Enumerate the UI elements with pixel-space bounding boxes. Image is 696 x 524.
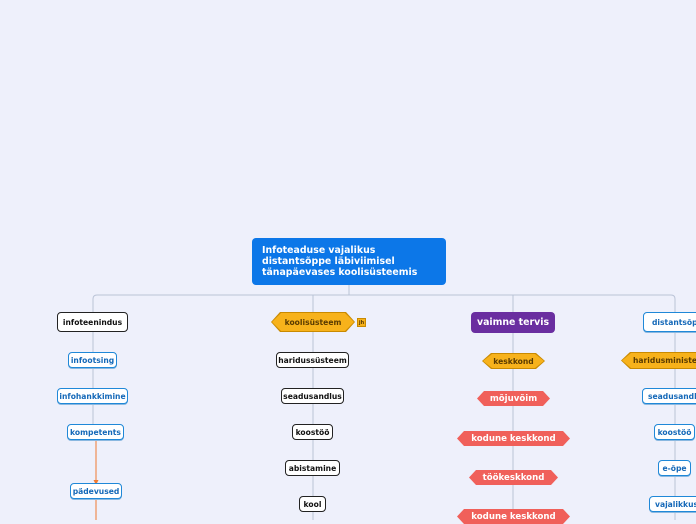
subtopic-label: mõjuvõim: [489, 393, 538, 404]
subtopic-label: e-õpe: [662, 463, 687, 473]
subtopic-seadusandlus-2[interactable]: seadusandlus: [642, 388, 696, 404]
subtopic-label: kodune keskkond: [471, 433, 556, 444]
subtopic-kodune-keskkond-2[interactable]: kodune keskkond: [457, 509, 570, 524]
subtopic-label: koostöö: [657, 427, 692, 437]
subtopic-label: seadusandlus: [648, 391, 696, 401]
subtopic-label: infohankkimine: [59, 391, 126, 401]
subtopic-label: vajalikkus: [655, 499, 696, 509]
subtopic-infohankkimine[interactable]: infohankkimine: [57, 388, 128, 404]
topic-distantsope[interactable]: distantsõpe: [643, 312, 696, 332]
topic-label: koolisüsteem: [284, 317, 342, 327]
subtopic-mojuvoim[interactable]: mõjuvõim: [477, 391, 550, 406]
topic-label: infoteenindus: [62, 317, 123, 327]
subtopic-label: seadusandlus: [283, 391, 342, 401]
subtopic-e-ope[interactable]: e-õpe: [658, 460, 691, 476]
subtopic-label: töökeskkond: [482, 472, 545, 483]
subtopic-haridussusteem[interactable]: haridussüsteem: [276, 352, 349, 368]
subtopic-tookeskkond[interactable]: töökeskkond: [469, 470, 558, 485]
topic-label: distantsõpe: [652, 317, 696, 327]
label-tag[interactable]: jh: [357, 318, 366, 327]
subtopic-label: koostöö: [295, 427, 330, 437]
subtopic-label: keskkond: [493, 356, 534, 366]
subtopic-label: haridussüsteem: [278, 355, 347, 365]
topic-koolisusteem[interactable]: koolisüsteem: [272, 313, 354, 331]
root-topic[interactable]: Infoteaduse vajalikus distantsõppe läbiv…: [252, 238, 446, 285]
subtopic-kompetents[interactable]: kompetents: [67, 424, 124, 440]
subtopic-abistamine[interactable]: abistamine: [285, 460, 340, 476]
subtopic-kool[interactable]: kool: [299, 496, 326, 512]
subtopic-label: kool: [303, 499, 322, 509]
subtopic-koostoo-2[interactable]: koostöö: [654, 424, 695, 440]
subtopic-label: kompetents: [70, 427, 121, 437]
topic-infoteenindus[interactable]: infoteenindus: [57, 312, 128, 332]
subtopic-vajalikkus[interactable]: vajalikkus: [649, 496, 696, 512]
subtopic-label: pädevused: [72, 486, 120, 496]
subtopic-label: haridusministeerium: [633, 356, 696, 365]
subtopic-label: abistamine: [288, 463, 337, 473]
subtopic-keskkond[interactable]: keskkond: [483, 354, 544, 368]
subtopic-koostoo[interactable]: koostöö: [292, 424, 333, 440]
subtopic-label: infootsing: [70, 355, 115, 365]
subtopic-label: kodune keskkond: [471, 511, 556, 522]
topic-label: vaimne tervis: [476, 317, 550, 328]
topic-vaimne-tervis[interactable]: vaimne tervis: [471, 312, 555, 333]
subtopic-seadusandlus[interactable]: seadusandlus: [281, 388, 344, 404]
label-tag-text: jh: [358, 319, 365, 326]
subtopic-infootsing[interactable]: infootsing: [68, 352, 117, 368]
root-topic-label: Infoteaduse vajalikus distantsõppe läbiv…: [262, 245, 418, 278]
subtopic-haridusministeerium[interactable]: haridusministeerium: [622, 353, 696, 368]
subtopic-padevused[interactable]: pädevused: [70, 483, 122, 499]
subtopic-kodune-keskkond[interactable]: kodune keskkond: [457, 431, 570, 446]
